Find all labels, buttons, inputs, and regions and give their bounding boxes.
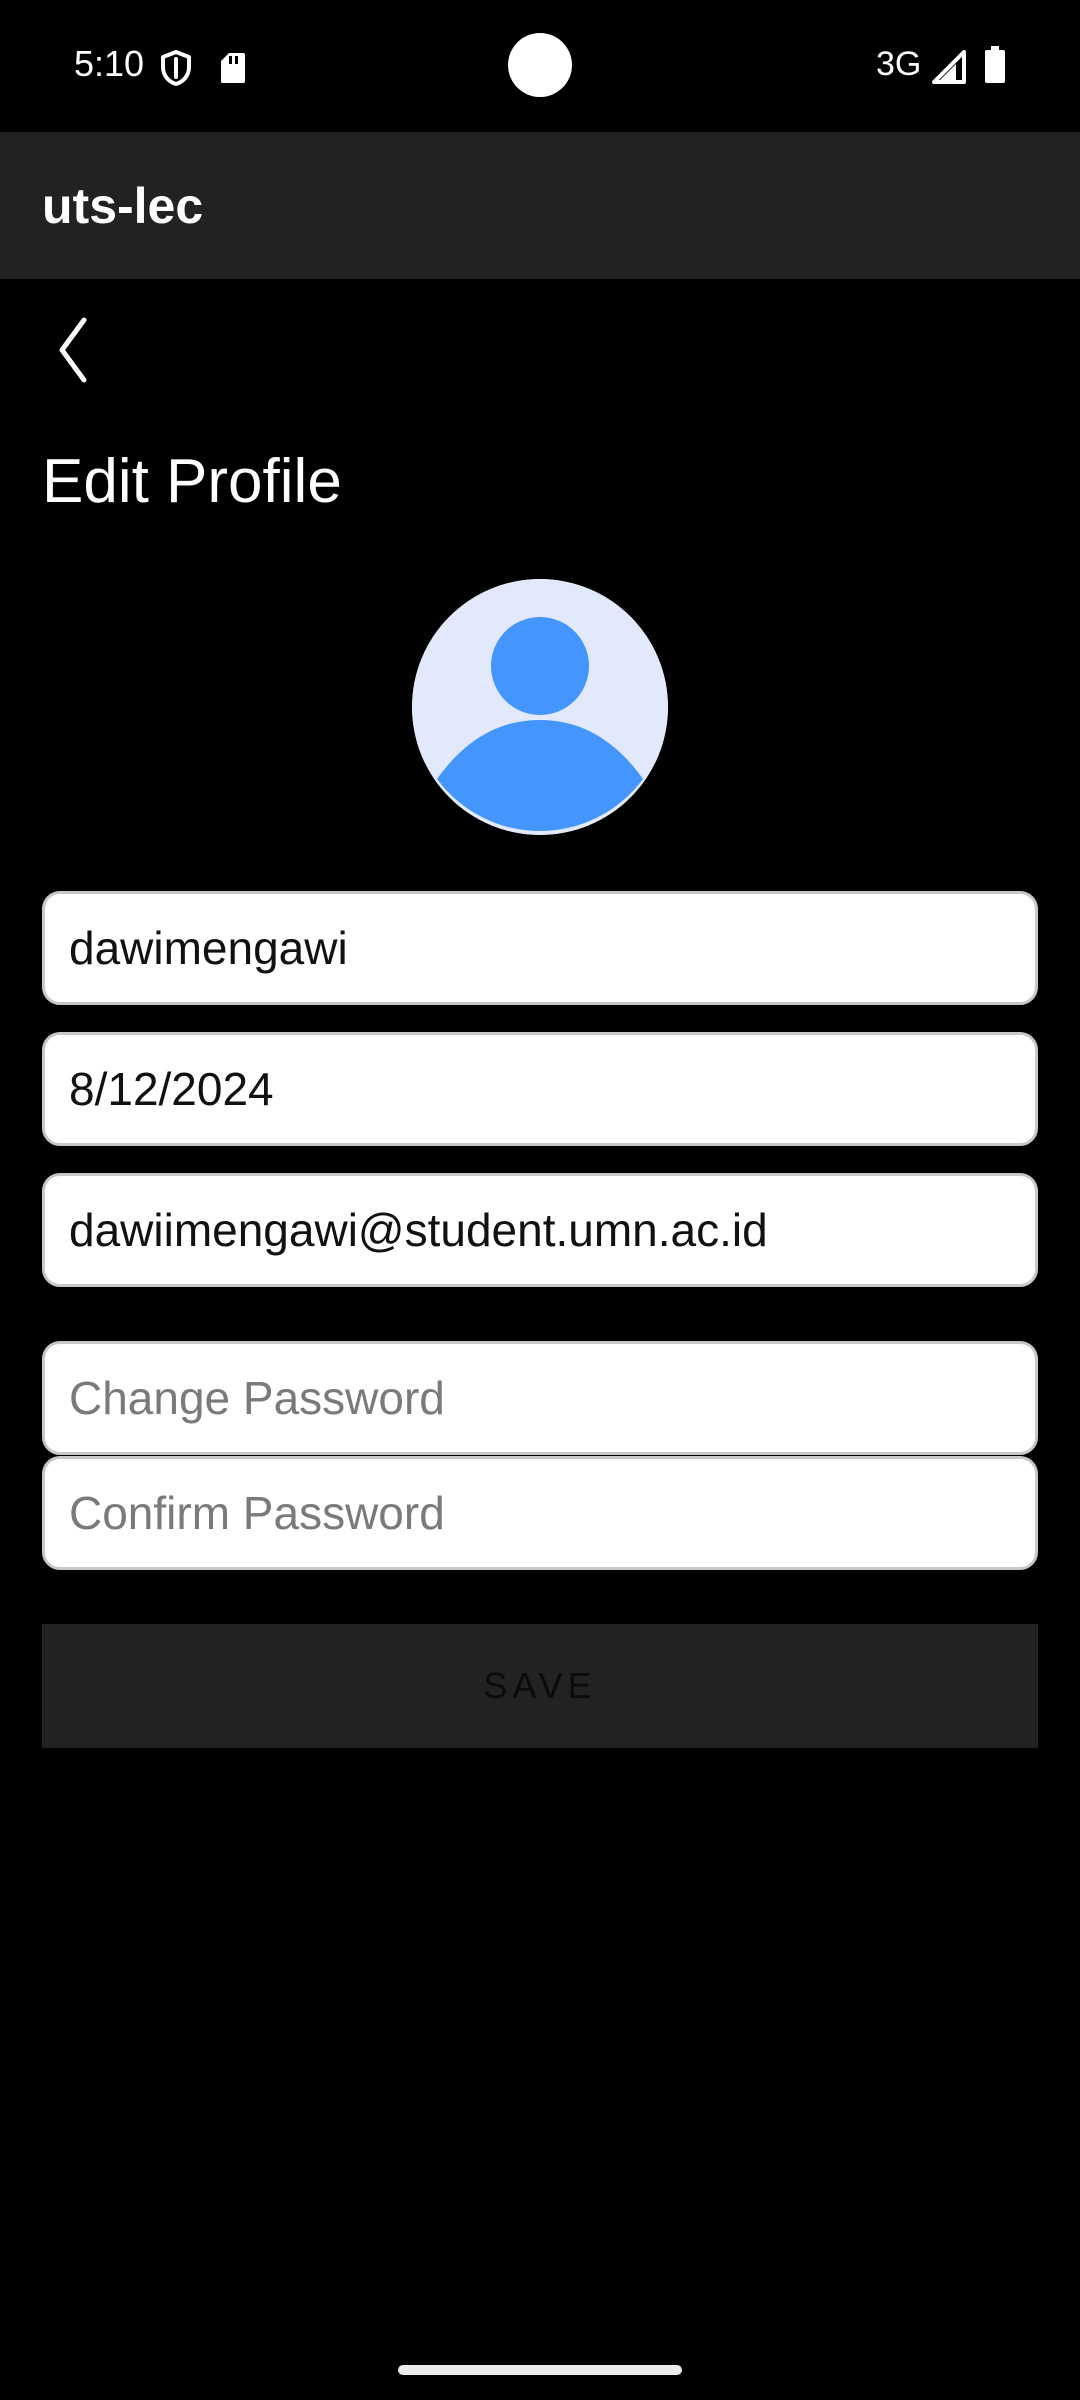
battery-icon: [985, 46, 1005, 83]
email-field[interactable]: [42, 1173, 1038, 1287]
sd-card-icon: [221, 53, 245, 83]
camera-cutout: [508, 33, 572, 97]
save-button[interactable]: SAVE: [42, 1624, 1038, 1748]
birthdate-field[interactable]: [42, 1032, 1038, 1146]
signal-icon: [932, 50, 966, 84]
network-type: 3G: [876, 45, 922, 83]
confirm-password-field[interactable]: [42, 1456, 1038, 1570]
person-icon: [412, 579, 668, 835]
shield-icon: [161, 50, 191, 86]
username-field[interactable]: [42, 891, 1038, 1005]
status-time: 5:10: [74, 43, 145, 84]
app-title: uts-lec: [42, 178, 204, 234]
back-button[interactable]: [40, 310, 110, 390]
app-bar: uts-lec: [0, 132, 1080, 279]
status-bar: 5:10 3G: [0, 0, 1080, 132]
change-password-field[interactable]: [42, 1341, 1038, 1455]
app-screen: 5:10 3G uts-lec Edit Profile dawimengawi…: [0, 0, 1080, 2400]
chevron-left-icon: [59, 317, 87, 383]
avatar[interactable]: [412, 579, 668, 835]
home-indicator[interactable]: [398, 2365, 682, 2375]
page-title: Edit Profile: [42, 447, 342, 516]
